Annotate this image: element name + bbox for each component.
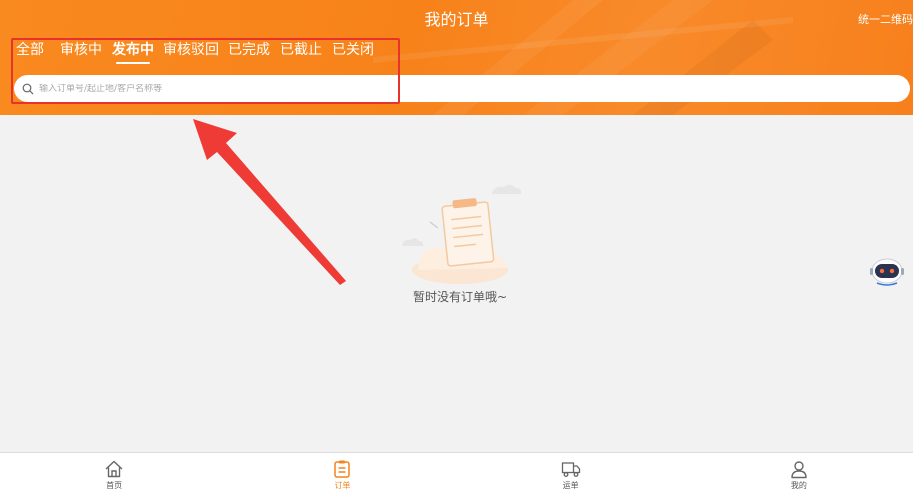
nav-orders-label: 订单: [334, 481, 351, 490]
home-icon: [105, 460, 123, 478]
nav-home-label: 首页: [106, 481, 123, 490]
nav-profile-label: 我的: [790, 481, 807, 490]
nav-orders[interactable]: 订单: [228, 453, 456, 495]
robot-assistant-icon[interactable]: [869, 257, 905, 287]
nav-profile[interactable]: 我的: [685, 453, 913, 495]
nav-waybills[interactable]: 运单: [457, 453, 685, 495]
order-icon: [334, 460, 351, 478]
user-icon: [791, 461, 807, 479]
empty-state-message: 暂时没有订单哦~: [412, 290, 508, 304]
truck-icon: [561, 462, 580, 477]
nav-waybills-label: 运单: [562, 481, 579, 490]
bottom-navigation: 首页 订单 运单 我的: [0, 452, 913, 495]
nav-home[interactable]: 首页: [0, 453, 228, 495]
